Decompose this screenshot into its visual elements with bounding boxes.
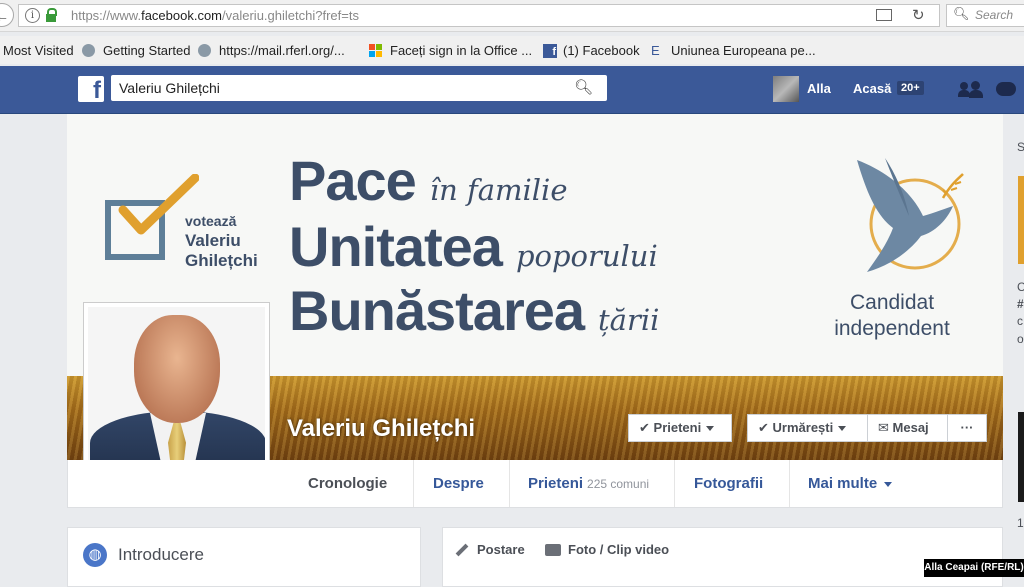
back-arrow-icon: ←: [0, 8, 9, 24]
friends-button[interactable]: ✔ Prieteni: [628, 414, 732, 442]
tab-about[interactable]: Despre: [433, 475, 484, 492]
facebook-header: f Valeriu Ghilețchi 🔍︎ Alla Acasă 20+: [0, 66, 1024, 114]
chevron-down-icon: [838, 426, 847, 432]
candidate-text: Candidat independent: [834, 291, 950, 340]
bookmark-office[interactable]: Faceți sign in la Office ...: [369, 43, 532, 58]
facebook-logo-icon[interactable]: f: [78, 76, 104, 102]
facebook-icon: f: [543, 43, 557, 58]
reader-view-icon[interactable]: [876, 9, 892, 21]
photo-credit: Alla Ceapai (RFE/RL): [924, 559, 1024, 577]
user-avatar[interactable]: [773, 76, 799, 102]
camera-icon: [545, 543, 561, 556]
address-bar[interactable]: i https://www.facebook.com/valeriu.ghile…: [18, 4, 940, 27]
back-button[interactable]: ←: [0, 3, 14, 27]
photo-video-button[interactable]: Foto / Clip video: [545, 542, 669, 557]
right-ad-image[interactable]: [1018, 176, 1024, 264]
intro-card: ◍ Introducere: [67, 527, 421, 587]
chevron-down-icon: [706, 426, 715, 432]
search-icon: 🔍︎: [953, 6, 970, 21]
tab-friends[interactable]: Prieteni 225 comuni: [528, 475, 649, 492]
browser-search-placeholder: Search: [975, 8, 1014, 22]
globe-icon: [82, 44, 95, 57]
bookmark-facebook[interactable]: f (1) Facebook: [543, 43, 640, 58]
url-text[interactable]: https://www.facebook.com/valeriu.ghiletc…: [71, 8, 359, 23]
tab-photos[interactable]: Fotografii: [694, 475, 763, 492]
user-name-link[interactable]: Alla: [807, 81, 831, 96]
lock-icon: [46, 8, 57, 22]
follow-button[interactable]: ✔ Urmărești: [747, 414, 868, 442]
right-video-thumbnail[interactable]: [1018, 412, 1024, 502]
profile-photo: [88, 307, 265, 485]
browser-search-box[interactable]: 🔍︎ Search: [946, 4, 1024, 27]
notification-badge: 20+: [897, 81, 924, 95]
friend-requests-icon[interactable]: [958, 80, 984, 98]
reload-icon[interactable]: ↻: [912, 6, 925, 24]
more-options-button[interactable]: ···: [947, 414, 987, 442]
chevron-down-icon: [884, 481, 893, 487]
message-icon: ✉: [878, 420, 889, 435]
facebook-search-input[interactable]: Valeriu Ghilețchi 🔍︎: [111, 75, 607, 101]
profile-tabs: Cronologie Despre Prieteni 225 comuni Fot…: [67, 460, 1003, 508]
composer-card: Postare Foto / Clip video: [442, 527, 1003, 587]
profile-name[interactable]: Valeriu Ghilețchi: [287, 415, 475, 443]
slogan-line-3: Bunăstarea țării: [289, 279, 660, 342]
search-icon[interactable]: 🔍︎: [574, 78, 593, 96]
bookmark-mail-rferl[interactable]: https://mail.rferl.org/...: [198, 43, 345, 58]
home-link[interactable]: Acasă: [853, 81, 891, 96]
intro-heading: Introducere: [118, 545, 204, 564]
e-icon: E: [651, 43, 660, 58]
info-icon[interactable]: i: [25, 8, 40, 23]
tab-more[interactable]: Mai multe: [808, 475, 893, 492]
globe-icon: [198, 44, 211, 57]
bookmark-uniunea-europeana[interactable]: E Uniunea Europeana pe...: [651, 43, 816, 58]
globe-icon: ◍: [83, 543, 107, 567]
messages-icon[interactable]: [996, 80, 1020, 98]
tab-timeline[interactable]: Cronologie: [308, 475, 387, 492]
bookmarks-bar: Most Visited Getting Started https://mai…: [0, 36, 1024, 64]
search-value: Valeriu Ghilețchi: [119, 80, 220, 96]
vote-text: votează Valeriu Ghilețchi: [185, 213, 258, 270]
pencil-icon: [455, 543, 469, 556]
browser-toolbar: ← i https://www.facebook.com/valeriu.ghi…: [0, 0, 1024, 32]
message-button[interactable]: ✉ Mesaj: [867, 414, 948, 442]
post-button[interactable]: Postare: [455, 542, 525, 557]
dove-icon: [857, 158, 964, 272]
slogan-line-2: Unitatea poporului: [289, 215, 658, 278]
microsoft-icon: [369, 44, 382, 57]
bookmark-getting-started[interactable]: Getting Started: [82, 43, 190, 58]
slogan-line-1: Pace în familie: [289, 149, 568, 212]
bookmark-most-visited[interactable]: Most Visited: [3, 43, 74, 58]
